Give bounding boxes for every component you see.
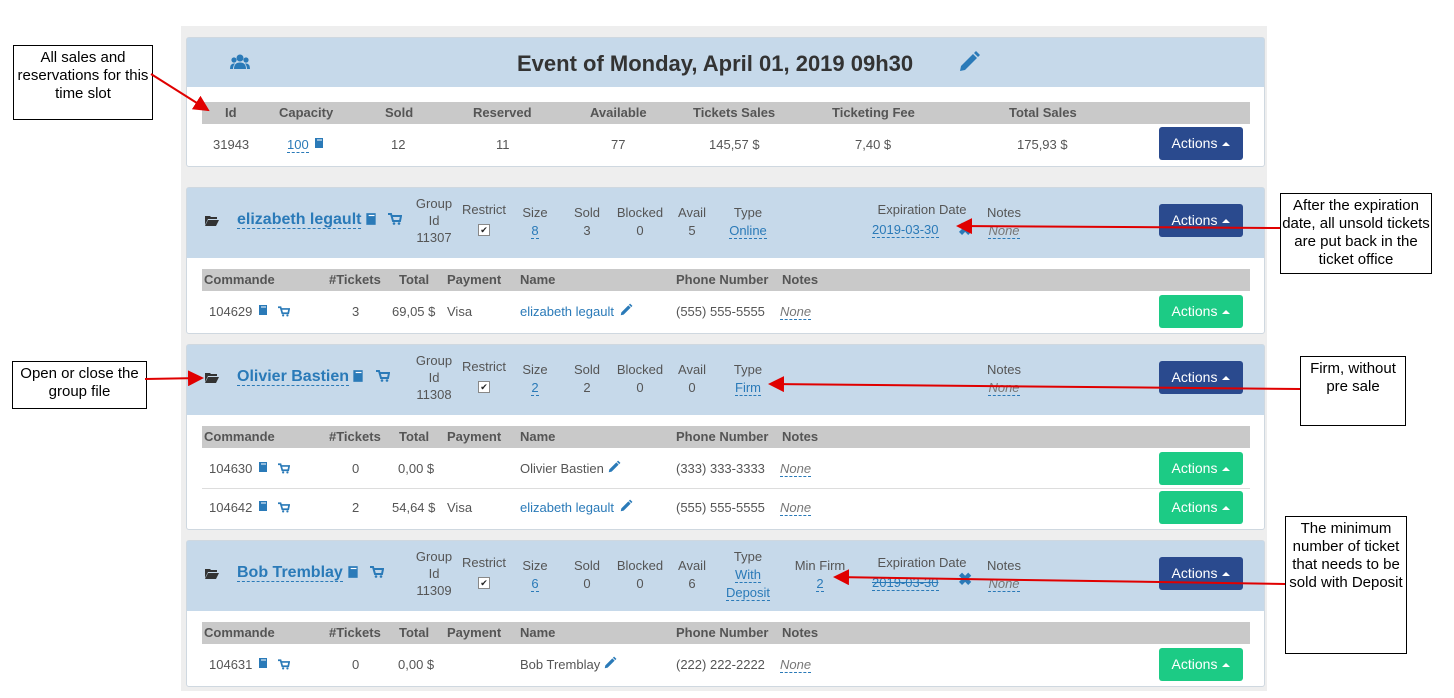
arrow-min-firm [833,569,1286,586]
annotation-arrows [144,73,1301,586]
arrow-open-close [144,370,204,387]
arrow-expiration [956,218,1281,235]
arrow-all-sales [150,73,210,112]
arrow-firm [768,376,1301,393]
